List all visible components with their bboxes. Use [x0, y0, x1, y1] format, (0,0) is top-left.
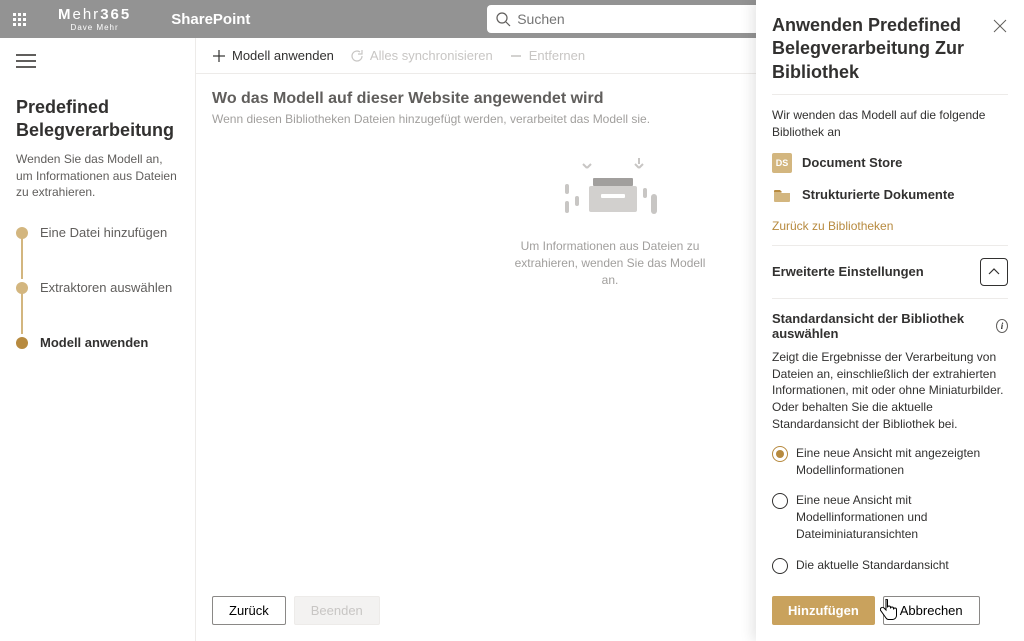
back-to-libraries-link[interactable]: Zurück zu Bibliotheken — [772, 219, 893, 233]
close-icon — [993, 19, 1007, 33]
empty-illustration — [545, 146, 675, 226]
hamburger-icon[interactable] — [16, 54, 36, 68]
brand-main: Mehr365 — [58, 6, 131, 23]
radio-icon — [772, 493, 788, 509]
folder-icon — [772, 185, 792, 205]
waffle-icon[interactable] — [0, 0, 38, 38]
advanced-label: Erweiterte Einstellungen — [772, 264, 924, 279]
radio-new-view-info[interactable]: Eine neue Ansicht mit angezeigten Modell… — [772, 445, 1008, 479]
app-name: SharePoint — [171, 11, 250, 28]
library-label: Document Store — [802, 155, 902, 170]
library-document-store: DS Document Store — [772, 153, 1008, 173]
close-button[interactable] — [988, 14, 1012, 38]
apply-message: Wir wenden das Modell auf die folgende B… — [772, 107, 1008, 141]
add-button[interactable]: Hinzufügen — [772, 596, 875, 625]
step-label: Modell anwenden — [40, 335, 148, 350]
left-pane: Predefined Belegverarbeitung Wenden Sie … — [0, 38, 196, 641]
left-title: Predefined Belegverarbeitung — [16, 96, 179, 143]
info-icon[interactable]: i — [996, 319, 1008, 333]
radio-label: Eine neue Ansicht mit angezeigten Modell… — [796, 445, 1008, 479]
library-strukturierte: Strukturierte Dokumente — [772, 185, 1008, 205]
left-description: Wenden Sie das Modell an, um Information… — [16, 151, 179, 201]
panel-title: Anwenden Predefined Belegverarbeitung Zu… — [772, 14, 1008, 84]
radio-new-view-thumbnails[interactable]: Eine neue Ansicht mit Modellinformatione… — [772, 492, 1008, 542]
radio-label: Die aktuelle Standardansicht — [796, 557, 949, 574]
brand-sub: Dave Mehr — [71, 23, 119, 32]
view-radio-group: Eine neue Ansicht mit angezeigten Modell… — [772, 445, 1008, 574]
view-select-description: Zeigt die Ergebnisse der Verarbeitung vo… — [772, 349, 1008, 433]
advanced-toggle[interactable]: Erweiterte Einstellungen — [772, 246, 1008, 298]
sync-all-button[interactable]: Alles synchronisieren — [350, 48, 493, 63]
panel-footer: Hinzufügen Abbrechen — [756, 584, 1024, 641]
view-select-label: Standardansicht der Bibliothek auswählen… — [772, 311, 1008, 341]
chevron-up-icon[interactable] — [980, 258, 1008, 286]
radio-icon — [772, 558, 788, 574]
apply-panel: Anwenden Predefined Belegverarbeitung Zu… — [756, 0, 1024, 641]
step-2[interactable]: Extraktoren auswählen — [16, 280, 179, 295]
apply-model-button[interactable]: Modell anwenden — [212, 48, 334, 63]
step-label: Eine Datei hinzufügen — [40, 225, 167, 240]
radio-current-default[interactable]: Die aktuelle Standardansicht — [772, 557, 1008, 574]
empty-text: Um Informationen aus Dateien zu extrahie… — [510, 238, 710, 288]
finish-button[interactable]: Beenden — [294, 596, 380, 625]
radio-icon — [772, 446, 788, 462]
step-1[interactable]: Eine Datei hinzufügen — [16, 225, 179, 240]
sync-icon — [350, 49, 364, 63]
plus-icon — [212, 49, 226, 63]
minus-icon — [509, 49, 523, 63]
back-button[interactable]: Zurück — [212, 596, 286, 625]
cancel-button[interactable]: Abbrechen — [883, 596, 980, 625]
step-label: Extraktoren auswählen — [40, 280, 172, 295]
search-icon — [495, 11, 511, 27]
radio-label: Eine neue Ansicht mit Modellinformatione… — [796, 492, 1008, 542]
library-label: Strukturierte Dokumente — [802, 187, 954, 202]
remove-button[interactable]: Entfernen — [509, 48, 585, 63]
step-3[interactable]: Modell anwenden — [16, 335, 179, 350]
library-icon-ds: DS — [772, 153, 792, 173]
brand-logo: Mehr365 Dave Mehr — [58, 6, 131, 32]
